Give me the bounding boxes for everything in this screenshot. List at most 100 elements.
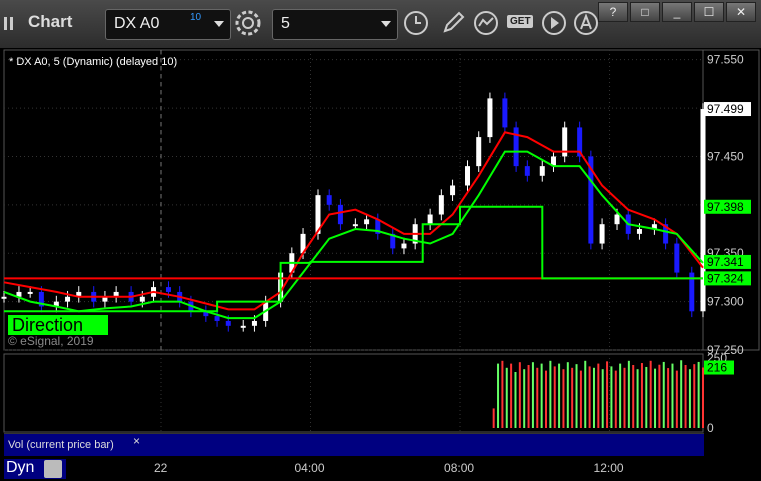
price-chart[interactable]: 97.55097.45097.35097.30097.25097.49997.3… bbox=[0, 48, 761, 481]
volume-bar bbox=[601, 369, 604, 428]
volume-bar bbox=[697, 361, 700, 428]
volume-bar bbox=[553, 366, 556, 428]
candle-body bbox=[524, 166, 530, 176]
volume-bar bbox=[588, 366, 591, 428]
volume-bar bbox=[566, 362, 569, 428]
y-tick-label: 97.450 bbox=[707, 149, 744, 163]
volume-bar bbox=[492, 408, 495, 428]
candle-body bbox=[450, 185, 456, 196]
volume-bar bbox=[662, 361, 665, 428]
y-tick-label: 97.300 bbox=[707, 295, 744, 309]
link-button[interactable]: □ bbox=[630, 2, 660, 22]
candle-body bbox=[165, 287, 171, 292]
clock-icon[interactable] bbox=[402, 9, 430, 37]
candle-body bbox=[427, 214, 433, 225]
pencil-icon[interactable] bbox=[439, 9, 467, 37]
chart-legend: * DX A0, 5 (Dynamic) (delayed 10) bbox=[9, 56, 178, 68]
volume-bar bbox=[614, 370, 617, 428]
volume-bar bbox=[658, 364, 661, 428]
alert-icon[interactable] bbox=[572, 9, 600, 37]
x-tick-label: 08:00 bbox=[444, 461, 475, 475]
candle-body bbox=[326, 195, 332, 205]
price-tag-label: 97.398 bbox=[707, 200, 744, 214]
candle-body bbox=[251, 320, 257, 326]
candle-body bbox=[65, 296, 71, 302]
candle-body bbox=[487, 98, 493, 138]
volume-bar bbox=[632, 365, 635, 428]
close-icon[interactable]: × bbox=[133, 434, 140, 448]
candle-body bbox=[352, 224, 358, 227]
watermark: © eSignal, 2019 bbox=[8, 334, 94, 348]
help-button[interactable]: ? bbox=[598, 2, 628, 22]
volume-bar bbox=[545, 370, 548, 428]
volume-bar bbox=[592, 367, 595, 428]
x-tick-label: 22 bbox=[153, 461, 168, 475]
volume-bar bbox=[584, 360, 587, 428]
study-icon[interactable] bbox=[472, 9, 500, 37]
symbol-input[interactable]: DX A0 10 bbox=[105, 9, 231, 40]
volume-bar bbox=[531, 362, 534, 428]
volume-bar bbox=[501, 360, 504, 428]
volume-bar bbox=[549, 360, 552, 428]
candle-body bbox=[240, 325, 246, 328]
volume-bar bbox=[684, 365, 687, 428]
volume-bar bbox=[523, 369, 526, 428]
volume-bar bbox=[619, 363, 622, 428]
volume-bar bbox=[675, 370, 678, 428]
play-icon[interactable] bbox=[540, 9, 568, 37]
volume-bar bbox=[575, 364, 578, 428]
candle-body bbox=[674, 243, 680, 273]
volume-bar bbox=[702, 367, 704, 428]
price-tag-label: 97.324 bbox=[707, 271, 744, 285]
volume-bar bbox=[514, 372, 517, 428]
volume-bar bbox=[505, 367, 508, 428]
price-tag-label: 97.499 bbox=[707, 102, 744, 116]
candle-body bbox=[502, 98, 508, 128]
x-tick-label: 04:00 bbox=[294, 461, 325, 475]
get-button[interactable]: GET bbox=[506, 9, 536, 37]
volume-bar bbox=[536, 367, 539, 428]
candle-body bbox=[513, 127, 519, 167]
interval-select[interactable]: 5 bbox=[272, 9, 398, 40]
candle-body bbox=[438, 195, 444, 215]
price-pane bbox=[3, 49, 704, 351]
get-label: GET bbox=[510, 16, 531, 27]
volume-bar bbox=[518, 362, 521, 428]
price-tag-label: 97.341 bbox=[707, 255, 744, 269]
candle-body bbox=[614, 214, 620, 225]
volume-bar bbox=[623, 367, 626, 428]
candle-body bbox=[225, 320, 231, 326]
volume-bar bbox=[654, 368, 657, 428]
y-tick-label: 97.550 bbox=[707, 53, 744, 67]
maximize-button[interactable]: ☐ bbox=[694, 2, 724, 22]
volume-bar bbox=[671, 363, 674, 428]
title-bar: Chart DX A0 10 5 GET ? □ _ ☐ ✕ bbox=[0, 0, 761, 48]
volume-bar bbox=[640, 363, 643, 428]
minimize-button[interactable]: _ bbox=[662, 2, 692, 22]
volume-bar bbox=[606, 361, 609, 428]
volume-bar bbox=[527, 365, 530, 428]
x-tick-label: 12:00 bbox=[593, 461, 624, 475]
volume-bar bbox=[649, 360, 652, 428]
candle-body bbox=[337, 204, 343, 225]
volume-bar bbox=[571, 367, 574, 428]
candle-body bbox=[214, 316, 220, 321]
direction-label: Direction bbox=[8, 315, 108, 335]
interval-text: 5 bbox=[281, 15, 290, 32]
volume-pane-label: Vol (current price bar) bbox=[8, 439, 114, 451]
volume-bar bbox=[627, 360, 630, 428]
gear-icon[interactable] bbox=[234, 9, 262, 37]
lock-icon[interactable] bbox=[44, 460, 62, 478]
volume-bar bbox=[680, 360, 683, 428]
volume-bar bbox=[558, 363, 561, 428]
time-axis-bar bbox=[0, 456, 761, 481]
volume-bar bbox=[562, 369, 565, 428]
chevron-down-icon[interactable] bbox=[381, 21, 391, 27]
chevron-down-icon[interactable] bbox=[214, 21, 224, 27]
volume-bar bbox=[645, 366, 648, 428]
close-button[interactable]: ✕ bbox=[726, 2, 756, 22]
candle-body bbox=[364, 219, 370, 225]
volume-tag-label: 216 bbox=[707, 361, 727, 375]
volume-bar bbox=[597, 363, 600, 428]
candle-body bbox=[401, 243, 407, 249]
